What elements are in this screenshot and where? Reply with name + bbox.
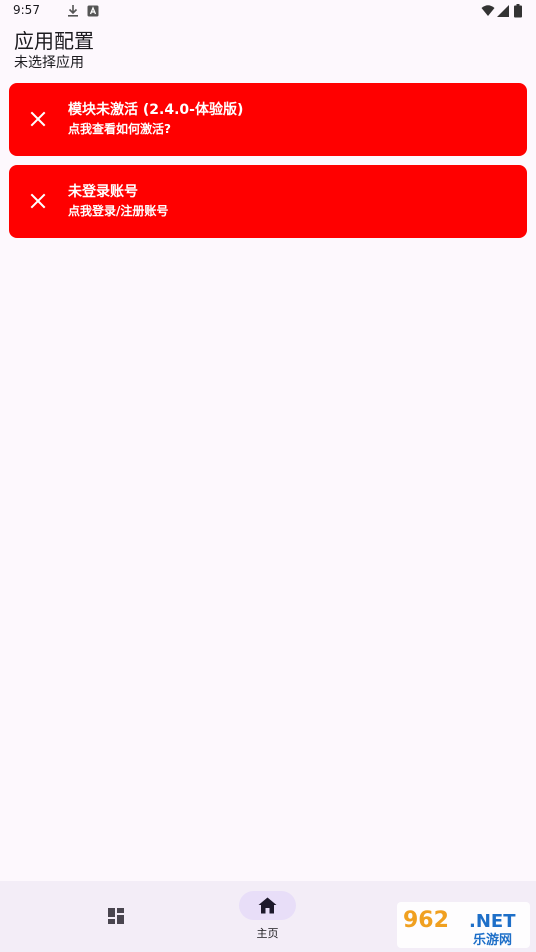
home-icon bbox=[258, 897, 277, 914]
account-status-card[interactable]: 未登录账号 点我登录/注册账号 bbox=[9, 165, 527, 238]
watermark-text-top: 962 bbox=[403, 908, 449, 933]
download-icon bbox=[68, 5, 78, 17]
card-title: 未登录账号 bbox=[68, 184, 138, 200]
module-status-card[interactable]: 模块未激活 (2.4.0-体验版) 点我查看如何激活? bbox=[9, 83, 527, 156]
close-icon bbox=[30, 111, 46, 127]
watermark-logo: 962 .NET 乐游网 bbox=[397, 902, 530, 948]
watermark-text-top-2: .NET bbox=[469, 911, 516, 932]
watermark-text-bottom: 乐游网 bbox=[473, 932, 512, 948]
page-title: 应用配置 bbox=[14, 29, 94, 53]
nav-item-home[interactable] bbox=[239, 891, 296, 920]
app-badge-icon bbox=[87, 5, 99, 17]
signal-icon bbox=[497, 5, 509, 17]
page-subtitle: 未选择应用 bbox=[14, 55, 84, 71]
card-subtitle: 点我查看如何激活? bbox=[68, 122, 171, 136]
card-title: 模块未激活 (2.4.0-体验版) bbox=[68, 102, 244, 118]
close-icon bbox=[30, 193, 46, 209]
dashboard-icon bbox=[108, 908, 124, 924]
status-bar: 9:57 bbox=[0, 0, 536, 24]
nav-label-home: 主页 bbox=[256, 927, 279, 940]
wifi-icon bbox=[481, 5, 495, 16]
card-subtitle: 点我登录/注册账号 bbox=[68, 204, 169, 218]
watermark-962-logo: 962 .NET 乐游网 bbox=[397, 902, 530, 948]
nav-item-dashboard[interactable] bbox=[60, 881, 174, 952]
status-time: 9:57 bbox=[13, 3, 40, 17]
battery-icon bbox=[514, 4, 522, 18]
